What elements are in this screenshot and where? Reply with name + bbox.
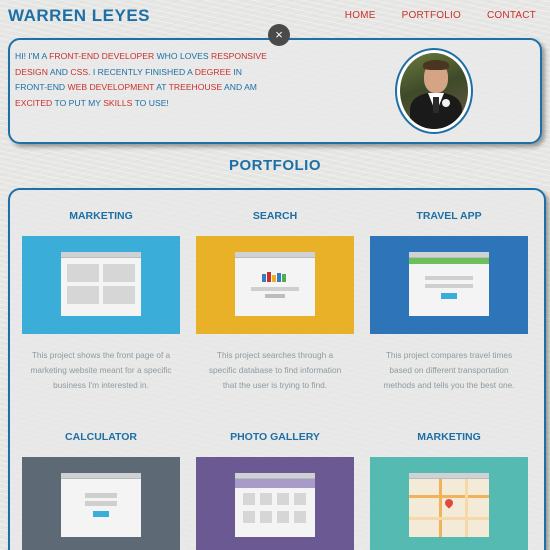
close-bio-button[interactable]: × — [268, 24, 290, 46]
bio-keyword: DEGREE — [194, 66, 232, 77]
bio-text-segment: WHO LOVES — [154, 51, 212, 61]
bio-text-segment: TO USE! — [132, 97, 169, 108]
nav-contact[interactable]: CONTACT — [487, 10, 536, 21]
bio-text-segment: . I RECENTLY FINISHED A — [88, 66, 195, 77]
bio-keyword: CSS — [70, 66, 89, 77]
bio-keyword: TREEHOUSE — [168, 82, 223, 92]
bio-text-segment: AND — [47, 66, 71, 77]
project-title: MARKETING — [69, 210, 133, 222]
project-title: CALCULATOR — [65, 431, 137, 443]
gallery-mockup-icon — [235, 473, 315, 537]
project-card-travel-app: TRAVEL APP This project compares travel … — [370, 210, 528, 393]
project-card-marketing: MARKETING This project shows the front p… — [22, 210, 180, 393]
bio-keyword: EXCITED — [15, 97, 53, 108]
project-thumbnail[interactable] — [22, 236, 180, 334]
bio-text: HI! I'M A FRONT-END DEVELOPER WHO LOVES … — [15, 49, 273, 111]
main-nav: HOME PORTFOLIO CONTACT — [319, 10, 536, 21]
project-card-marketing-map: MARKETING — [370, 431, 528, 550]
project-thumbnail[interactable] — [196, 457, 354, 550]
project-title: PHOTO GALLERY — [230, 431, 320, 443]
project-description: This project compares travel times based… — [383, 350, 515, 390]
project-thumbnail[interactable] — [370, 236, 528, 334]
bio-keyword: SKILLS — [103, 97, 133, 108]
bio-keyword: FRONT-END DEVELOPER — [49, 51, 155, 61]
project-card-search: SEARCH This project searches through a s… — [196, 210, 354, 393]
avatar — [395, 48, 473, 134]
travel-mockup-icon — [409, 252, 489, 316]
project-title: TRAVEL APP — [416, 210, 482, 222]
site-brand[interactable]: WARREN LEYES — [8, 6, 150, 26]
marketing-mockup-icon — [61, 252, 141, 316]
project-title: MARKETING — [417, 431, 481, 443]
bio-text-segment: AND AM — [222, 82, 257, 92]
project-description: This project shows the front page of a m… — [30, 350, 172, 390]
project-description: This project searches through a specific… — [208, 350, 342, 390]
project-card-photo-gallery: PHOTO GALLERY — [196, 431, 354, 550]
project-thumbnail[interactable] — [370, 457, 528, 550]
project-title: SEARCH — [252, 210, 298, 222]
bio-keyword: WEB DEVELOPMENT — [67, 82, 155, 92]
portfolio-panel: MARKETING This project shows the front p… — [8, 188, 546, 550]
bio-card: HI! I'M A FRONT-END DEVELOPER WHO LOVES … — [8, 38, 542, 144]
nav-home[interactable]: HOME — [345, 10, 376, 21]
project-card-calculator: CALCULATOR — [22, 431, 180, 550]
search-mockup-icon — [235, 252, 315, 316]
bio-text-segment: AT — [154, 82, 169, 92]
bio-text-segment: TO PUT MY — [52, 97, 104, 108]
bio-text-segment: HI! I'M A — [15, 51, 50, 61]
project-thumbnail[interactable] — [196, 236, 354, 334]
calculator-mockup-icon — [61, 473, 141, 537]
nav-portfolio[interactable]: PORTFOLIO — [402, 10, 461, 21]
profile-photo — [400, 53, 468, 129]
portfolio-heading: PORTFOLIO — [229, 157, 321, 174]
map-mockup-icon — [409, 473, 489, 537]
project-thumbnail[interactable] — [22, 457, 180, 550]
